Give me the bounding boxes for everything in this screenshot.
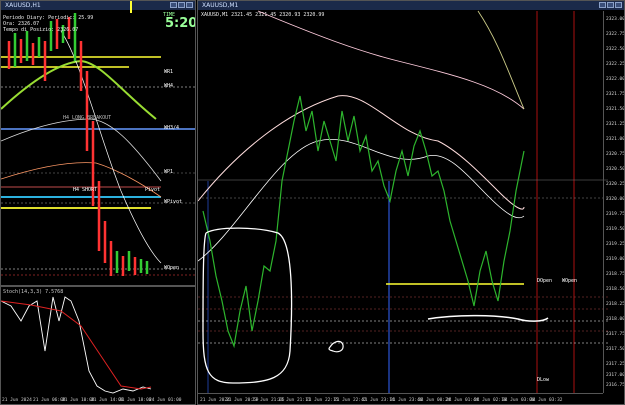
stochastic-oscillator[interactable] bbox=[1, 1, 196, 405]
price-label: 2322.00 bbox=[606, 77, 625, 82]
left-time-6: 24 Jun 01:00 bbox=[149, 398, 182, 403]
price-label: 2320.50 bbox=[606, 167, 625, 172]
price-label: 2321.25 bbox=[606, 122, 625, 127]
price-label: 2322.75 bbox=[606, 32, 625, 37]
price-label: 2318.75 bbox=[606, 272, 625, 277]
price-label: 2317.25 bbox=[606, 362, 625, 367]
left-time-1: 21 Jun 2024 bbox=[2, 398, 32, 403]
right-time-label: 24 Jun 03:32 bbox=[530, 398, 563, 403]
price-label: 2320.00 bbox=[606, 197, 625, 202]
price-label: 2321.50 bbox=[606, 107, 625, 112]
left-time-5: 21 Jun 18:00 bbox=[119, 398, 152, 403]
price-label: 2318.50 bbox=[606, 287, 625, 292]
left-chart-window[interactable]: XAUUSD,H1 Periodo Diary: Periodic: 25.99… bbox=[0, 0, 196, 405]
price-label: 2322.25 bbox=[606, 62, 625, 67]
price-label: 2321.75 bbox=[606, 92, 625, 97]
price-label: 2319.25 bbox=[606, 242, 625, 247]
level-label-dopen: DOpen bbox=[537, 278, 553, 284]
price-label: 2317.00 bbox=[606, 373, 625, 378]
price-label: 2316.75 bbox=[606, 383, 625, 388]
level-label-dlow: DLow bbox=[537, 377, 550, 383]
time-axis[interactable]: 21 Jun 2024 21 Jun 20:59 21 Jun 21:05 21… bbox=[198, 393, 603, 404]
price-label: 2317.75 bbox=[606, 332, 625, 337]
price-label: 2323.00 bbox=[606, 17, 625, 22]
price-axis[interactable]: 2323.00 2322.75 2322.50 2322.25 2322.00 … bbox=[603, 11, 625, 393]
right-price-chart[interactable] bbox=[198, 1, 625, 405]
price-label: 2318.00 bbox=[606, 317, 625, 322]
price-label: 2318.25 bbox=[606, 302, 625, 307]
price-label: 2320.75 bbox=[606, 152, 625, 157]
price-label: 2322.50 bbox=[606, 47, 625, 52]
level-label-wopen: WOpen bbox=[562, 278, 578, 284]
right-chart-window[interactable]: XAUUSD,M1 XAUUSD,M1 2321.45 2321.45 2320… bbox=[197, 0, 625, 405]
price-label: 2319.50 bbox=[606, 227, 625, 232]
left-time-2: 21 Jun 06:00 bbox=[33, 398, 66, 403]
price-label: 2321.00 bbox=[606, 137, 625, 142]
left-time-3: 21 Jun 10:00 bbox=[62, 398, 95, 403]
price-label: 2319.00 bbox=[606, 257, 625, 262]
oscillator-label: Stoch(14,3,3) 7.5768 bbox=[3, 289, 64, 295]
price-label: 2319.75 bbox=[606, 212, 625, 217]
price-label: 2320.25 bbox=[606, 182, 625, 187]
price-label: 2317.50 bbox=[606, 347, 625, 352]
